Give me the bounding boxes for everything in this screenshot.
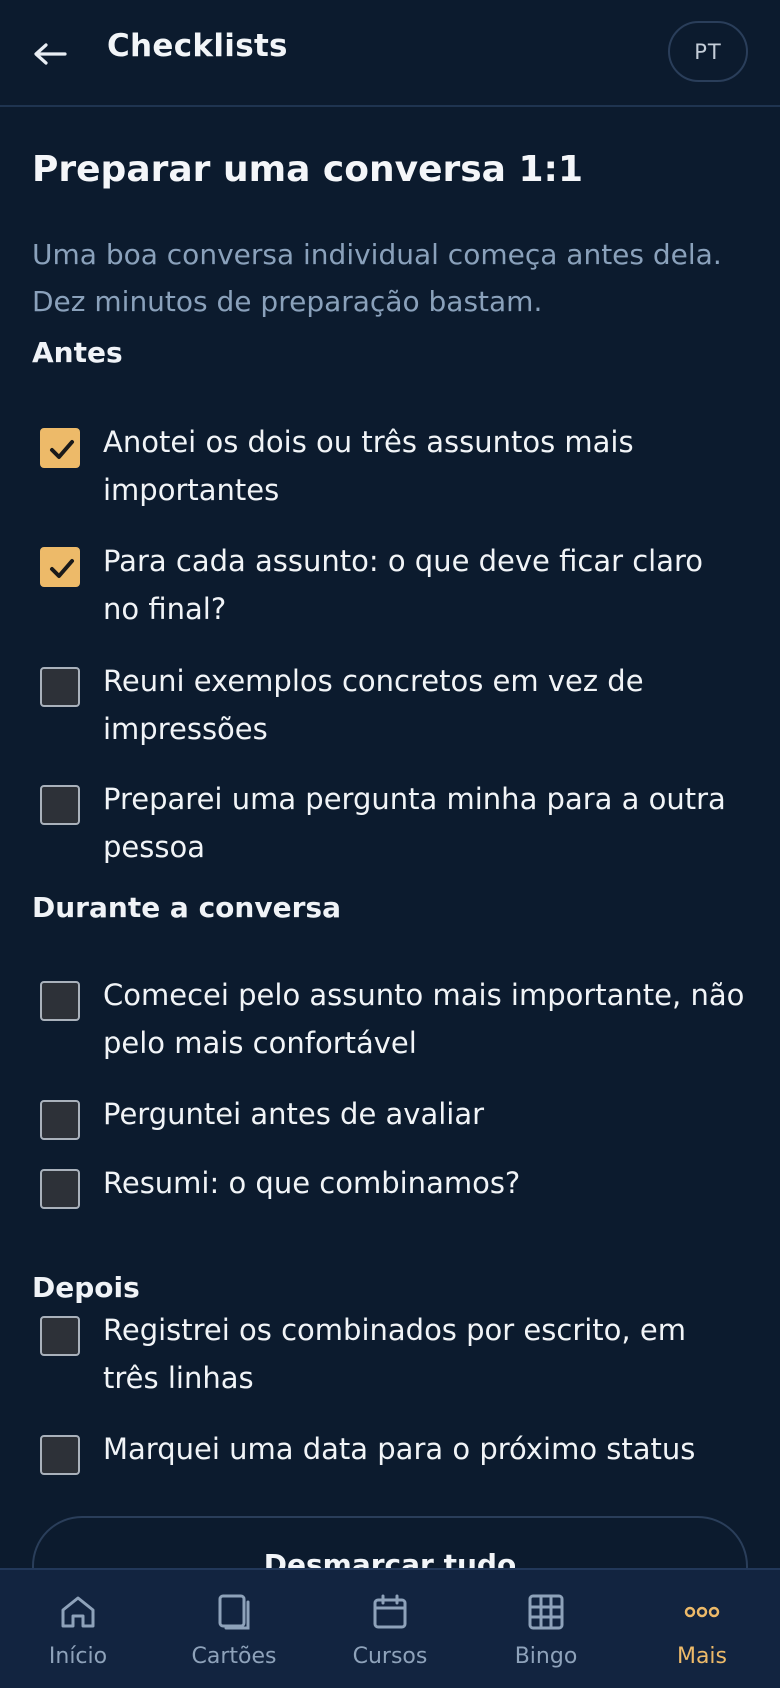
section-heading-antes: Antes — [32, 336, 123, 369]
section-heading-durante: Durante a conversa — [32, 891, 341, 924]
tab-cursos[interactable]: Cursos — [312, 1570, 468, 1688]
cards-icon — [214, 1592, 254, 1632]
calendar-icon — [370, 1592, 410, 1632]
app-header: Checklists PT — [0, 0, 780, 107]
tab-label: Cursos — [352, 1644, 428, 1669]
item-label: Perguntei antes de avaliar — [103, 1097, 485, 1131]
checkbox[interactable] — [40, 1100, 80, 1140]
item-label: Anotei os dois ou três assuntos mais imp… — [103, 425, 634, 507]
item-label: Preparei uma pergunta minha para a outra… — [103, 782, 726, 864]
item-label: Reuni exemplos concretos em vez de impre… — [103, 664, 644, 746]
item-label: Registrei os combinados por escrito, em … — [103, 1313, 686, 1395]
section-heading-depois: Depois — [32, 1271, 140, 1304]
checkbox[interactable] — [40, 667, 80, 707]
checkbox[interactable] — [40, 981, 80, 1021]
tab-inicio[interactable]: Início — [0, 1570, 156, 1688]
item-label: Comecei pelo assunto mais importante, nã… — [103, 978, 745, 1060]
item-label: Resumi: o que combinamos? — [103, 1166, 521, 1200]
more-icon — [682, 1592, 722, 1632]
checkbox[interactable] — [40, 1316, 80, 1356]
checkbox[interactable] — [40, 785, 80, 825]
item-label: Para cada assunto: o que deve ficar clar… — [103, 544, 704, 626]
home-icon — [58, 1592, 98, 1632]
header-title: Checklists — [107, 28, 288, 64]
grid-icon — [526, 1592, 566, 1632]
checkbox[interactable] — [40, 1169, 80, 1209]
intro-text: Uma boa conversa individual começa antes… — [32, 238, 722, 318]
check-icon — [50, 440, 74, 459]
tab-cartoes[interactable]: Cartões — [156, 1570, 312, 1688]
page-title: Preparar uma conversa 1:1 — [32, 149, 584, 190]
tab-bingo[interactable]: Bingo — [468, 1570, 624, 1688]
bottom-tab-bar: Início Cartões Cursos Bingo Mais — [0, 1568, 780, 1688]
check-icon — [50, 559, 74, 578]
tab-mais[interactable]: Mais — [624, 1570, 780, 1688]
tab-label: Cartões — [191, 1644, 277, 1669]
checkbox[interactable] — [40, 547, 80, 587]
back-button[interactable] — [30, 34, 70, 74]
tab-label: Mais — [676, 1644, 728, 1669]
tab-label: Bingo — [514, 1644, 578, 1669]
tab-label: Início — [48, 1644, 108, 1669]
item-label: Marquei uma data para o próximo status — [103, 1432, 696, 1466]
checkbox[interactable] — [40, 1435, 80, 1475]
arrow-left-icon — [34, 43, 67, 65]
language-button[interactable]: PT — [668, 21, 748, 82]
checkbox[interactable] — [40, 428, 80, 468]
